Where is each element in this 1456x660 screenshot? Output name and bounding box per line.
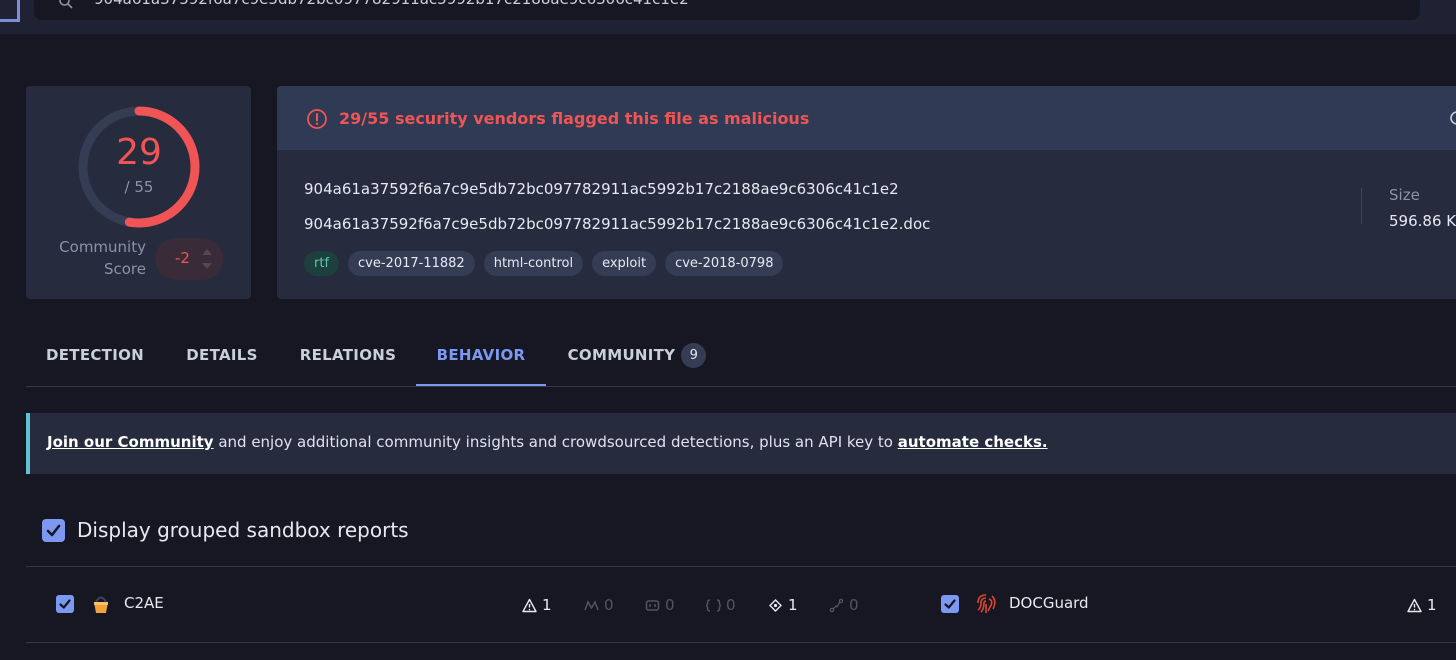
malicious-alert-header: 29/55 security vendors flagged this file…: [277, 86, 1456, 150]
detection-count: 29: [116, 132, 162, 173]
tag-cve-2018-0798[interactable]: cve-2018-0798: [665, 251, 784, 276]
divider: [26, 642, 1456, 643]
docguard-checkbox[interactable]: [941, 595, 959, 613]
sigma-icon: [706, 598, 721, 612]
banner-middle-text: and enjoy additional community insights …: [213, 433, 898, 451]
tag-rtf[interactable]: rtf: [304, 251, 340, 276]
size-label: Size: [1389, 186, 1420, 204]
checkmark-icon: [59, 599, 71, 609]
network-icon: [769, 598, 782, 612]
sandbox-name-docguard[interactable]: DOCGuard: [1009, 594, 1089, 612]
report-tabs: DETECTION DETAILS RELATIONS BEHAVIOR COM…: [26, 326, 1456, 387]
c2ae-warning-value: 1: [542, 596, 552, 614]
c2ae-graph-count[interactable]: 0: [829, 595, 859, 615]
search-bar[interactable]: 904a61a37592f6a7c9e5db72bc097782911ac599…: [34, 0, 1420, 20]
warning-icon: [1407, 598, 1422, 612]
vote-arrows-icon[interactable]: [201, 246, 213, 272]
ids-icon: [645, 599, 660, 611]
c2ae-mitre-value: 0: [604, 596, 614, 614]
community-score-value: -2: [175, 249, 190, 267]
bucket-icon: [94, 596, 108, 613]
malicious-alert-text: 29/55 security vendors flagged this file…: [339, 109, 810, 128]
file-hash: 904a61a37592f6a7c9e5db72bc097782911ac599…: [304, 180, 899, 198]
divider: [26, 566, 1456, 567]
fingerprint-icon: [977, 594, 996, 613]
c2ae-checkbox[interactable]: [56, 595, 74, 613]
c2ae-sigma-value: 0: [726, 596, 736, 614]
c2ae-sigma-count[interactable]: 0: [706, 595, 736, 615]
docguard-warning-value: 1: [1427, 596, 1437, 614]
c2ae-network-count[interactable]: 1: [768, 595, 798, 615]
alert-circle-icon: [307, 109, 327, 129]
graph-icon: [829, 598, 844, 612]
c2ae-mitre-count[interactable]: 0: [584, 595, 614, 615]
mitre-icon: [584, 599, 599, 610]
banner-text: Join our Community and enjoy additional …: [47, 433, 1048, 451]
c2ae-ids-count[interactable]: 0: [645, 595, 675, 615]
tag-cve-2017-11882[interactable]: cve-2017-11882: [348, 251, 475, 276]
tab-community[interactable]: COMMUNITY 9: [546, 326, 728, 386]
tab-behavior[interactable]: BEHAVIOR: [416, 326, 546, 386]
detection-ring: 29 / 55: [74, 102, 204, 232]
tab-community-label: COMMUNITY: [567, 346, 676, 364]
c2ae-network-value: 1: [788, 596, 798, 614]
tab-detection[interactable]: DETECTION: [26, 326, 164, 386]
top-bar: 904a61a37592f6a7c9e5db72bc097782911ac599…: [0, 0, 1456, 34]
sandbox-name-c2ae[interactable]: C2AE: [124, 594, 164, 612]
automate-checks-link[interactable]: automate checks.: [898, 433, 1048, 451]
c2ae-graph-value: 0: [849, 596, 859, 614]
menu-button[interactable]: [0, 0, 20, 22]
community-score-voter[interactable]: -2: [155, 238, 223, 280]
search-icon: [59, 0, 73, 9]
tab-details[interactable]: DETAILS: [164, 326, 280, 386]
warning-icon: [522, 598, 537, 612]
tab-relations[interactable]: RELATIONS: [280, 326, 416, 386]
c2ae-warning-count[interactable]: 1: [522, 595, 552, 615]
checkmark-icon: [944, 599, 956, 609]
join-community-link[interactable]: Join our Community: [47, 433, 214, 451]
tag-html-control[interactable]: html-control: [483, 251, 584, 276]
search-input[interactable]: 904a61a37592f6a7c9e5db72bc097782911ac599…: [94, 0, 689, 8]
group-sandbox-checkbox[interactable]: [42, 519, 65, 542]
docguard-warning-count[interactable]: 1: [1407, 595, 1437, 615]
reanalyze-icon[interactable]: [1449, 110, 1456, 126]
c2ae-ids-value: 0: [665, 596, 675, 614]
community-banner: Join our Community and enjoy additional …: [26, 413, 1456, 474]
size-value: 596.86 KB: [1389, 212, 1456, 230]
file-name: 904a61a37592f6a7c9e5db72bc097782911ac599…: [304, 215, 931, 233]
checkmark-icon: [46, 524, 61, 537]
file-tags: rtf cve-2017-11882 html-control exploit …: [304, 251, 784, 276]
file-info-card: 29/55 security vendors flagged this file…: [277, 86, 1456, 299]
detection-total: / 55: [124, 178, 154, 196]
community-count-badge: 9: [681, 343, 707, 368]
group-sandbox-label: Display grouped sandbox reports: [77, 518, 409, 542]
tag-exploit[interactable]: exploit: [592, 251, 657, 276]
detection-score-card: 29 / 55 Community Score -2: [26, 86, 251, 299]
community-score-label: Community Score: [59, 238, 146, 278]
divider: [1361, 188, 1362, 224]
